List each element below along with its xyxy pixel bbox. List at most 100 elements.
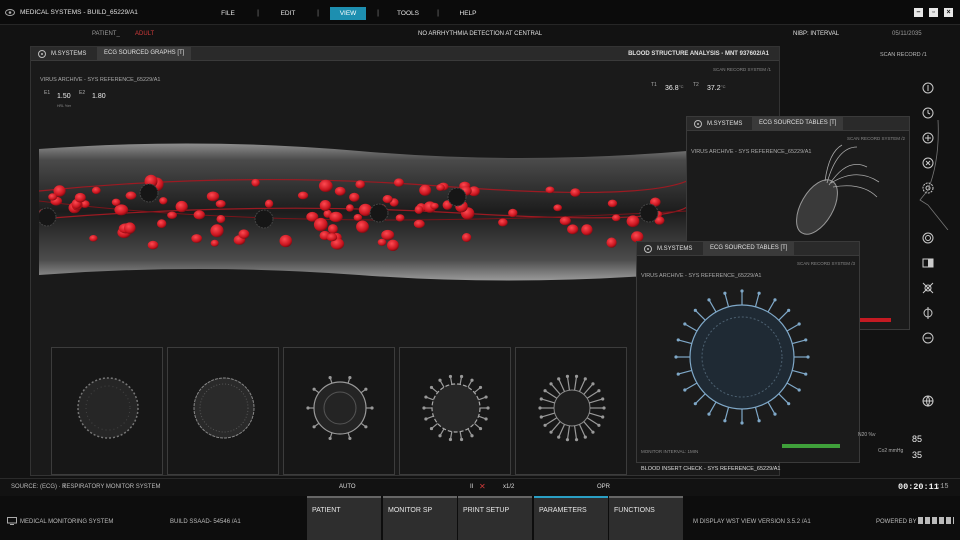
red-blood-cell [395, 214, 405, 222]
menu-edit[interactable]: EDIT [270, 7, 306, 20]
red-blood-cell [553, 204, 562, 212]
timer-fraction: :15 [936, 483, 949, 491]
virus-detail-panel: M.SYSTEMS ECG SOURCED TABLES [T] SCAN RE… [636, 241, 860, 472]
t1-value: 36.8 [665, 85, 679, 92]
opr-label[interactable]: OPR [597, 484, 610, 490]
virus-particle [39, 207, 57, 227]
red-blood-cell [353, 214, 363, 221]
lead-ii-label[interactable]: II [470, 484, 473, 490]
t1-unit: °C [679, 84, 684, 89]
auto-button[interactable]: AUTO [339, 484, 356, 490]
menu-view[interactable]: VIEW [330, 6, 366, 20]
maximize-button[interactable]: ▫ [929, 8, 938, 17]
red-blood-cell [393, 178, 404, 187]
red-blood-cell [124, 222, 136, 234]
bacteriophage-image [796, 144, 880, 235]
t2-label: T2 [693, 82, 699, 88]
t2-value: 37.2 [707, 85, 721, 92]
tab-ecg-tables[interactable]: ECG SOURCED TABLES [T] [703, 242, 795, 255]
virus-thumb-1[interactable] [51, 347, 163, 475]
red-blood-cell [125, 191, 137, 200]
red-blood-cell [498, 218, 508, 227]
co2-label: Co2 mmHg [878, 448, 904, 454]
brand-logo [918, 517, 954, 524]
split-view-icon[interactable] [922, 257, 934, 269]
virus-thumb-5[interactable] [515, 347, 627, 475]
timer: 00:20:11 [898, 482, 939, 492]
virus-thumb-3[interactable] [283, 347, 395, 475]
virus-spiked-icon [306, 375, 374, 441]
virus-archive-label: VIRUS ARCHIVE - SYS REFERENCE_65229/A1 [40, 77, 161, 83]
tab-parameters[interactable]: PARAMETERS [534, 496, 608, 540]
red-blood-cell [210, 239, 219, 247]
minus-icon[interactable] [922, 332, 934, 344]
red-blood-cell [264, 199, 274, 208]
red-blood-cell [559, 216, 571, 226]
red-blood-cell [345, 204, 354, 212]
red-blood-cell [215, 200, 226, 208]
tab-ecg-tables[interactable]: ECG SOURCED TABLES [T] [752, 117, 844, 130]
tab-print-setup[interactable]: PRINT SETUP [458, 496, 532, 540]
adult-badge: ADULT [135, 31, 155, 37]
powered-by-label: POWERED BY [876, 519, 917, 525]
monitor-interval: MONITOR INTERVAL: 1MIN [641, 449, 699, 454]
virus-particle [254, 209, 274, 229]
scan-record-system: SCAN RECORD SYSTEM /1 [712, 67, 771, 72]
panel-brand: M.SYSTEMS [657, 246, 693, 252]
eye-icon[interactable] [694, 120, 702, 128]
close-icon[interactable]: ✕ [479, 482, 486, 491]
red-blood-cell [356, 220, 369, 233]
tab-label: FUNCTIONS [614, 507, 655, 514]
menu-separator: | [437, 9, 439, 17]
red-blood-cell [607, 199, 618, 208]
globe-icon[interactable] [922, 395, 934, 407]
tab-label: MONITOR SP [388, 507, 433, 514]
menu-file[interactable]: FILE [210, 7, 246, 20]
menu-tools[interactable]: TOOLS [390, 7, 426, 20]
minimize-button[interactable]: – [914, 8, 923, 17]
system-name: MEDICAL MONITORING SYSTEM [20, 519, 114, 525]
red-blood-cell [545, 186, 555, 194]
title-bar: MEDICAL SYSTEMS - BUILD_65229/A1 FILE | … [0, 0, 960, 25]
red-blood-cell [606, 237, 617, 248]
tab-ecg-graphs[interactable]: ECG SOURCED GRAPHS [T] [97, 47, 192, 60]
tab-monitor-sp[interactable]: MONITOR SP [383, 496, 457, 540]
red-blood-cell [175, 200, 188, 213]
virus-thumb-4[interactable] [399, 347, 511, 475]
menu-separator: | [257, 9, 259, 17]
patient-label[interactable]: PATIENT_ [92, 31, 120, 37]
virus-spiked-icon [422, 374, 490, 442]
e2-label: E2 [79, 90, 86, 96]
scale-label[interactable]: x1/2 [503, 484, 514, 490]
virus-sphere-icon [77, 377, 139, 439]
info-icon[interactable] [922, 82, 934, 94]
eye-icon[interactable] [644, 245, 652, 253]
eye-icon[interactable] [38, 50, 46, 58]
red-blood-cell [382, 195, 393, 204]
panel-header: M.SYSTEMS ECG SOURCED GRAPHS [T] BLOOD S… [31, 47, 779, 61]
red-blood-cell [297, 191, 309, 200]
red-blood-cell [430, 202, 439, 210]
target-icon[interactable] [922, 232, 934, 244]
app-title: MEDICAL SYSTEMS - BUILD_65229/A1 [20, 9, 138, 16]
tab-patient[interactable]: PATIENT [307, 496, 381, 540]
menu-separator: | [377, 9, 379, 17]
virus-thumb-2[interactable] [167, 347, 279, 475]
red-blood-cell [91, 186, 101, 195]
red-blood-cell [329, 211, 343, 223]
red-blood-cell [48, 193, 57, 201]
scan-record-system: SCAN RECORD SYSTEM /3 [796, 261, 855, 266]
virus-particle [139, 183, 159, 203]
tab-label: PRINT SETUP [463, 507, 510, 514]
status-bar: PATIENT_ ADULT NO ARRHYTHMIA DETECTION A… [0, 25, 960, 42]
red-blood-cell [167, 211, 178, 219]
clock-icon[interactable] [922, 107, 934, 119]
e2-value: 1.80 [92, 93, 106, 100]
close-button[interactable]: × [944, 8, 953, 17]
red-blood-cell [318, 179, 333, 192]
menu-help[interactable]: HELP [450, 7, 486, 20]
red-blood-cell [251, 178, 260, 187]
tab-functions[interactable]: FUNCTIONS [609, 496, 683, 540]
cross-icon[interactable] [922, 282, 934, 294]
phi-icon[interactable] [922, 307, 934, 319]
